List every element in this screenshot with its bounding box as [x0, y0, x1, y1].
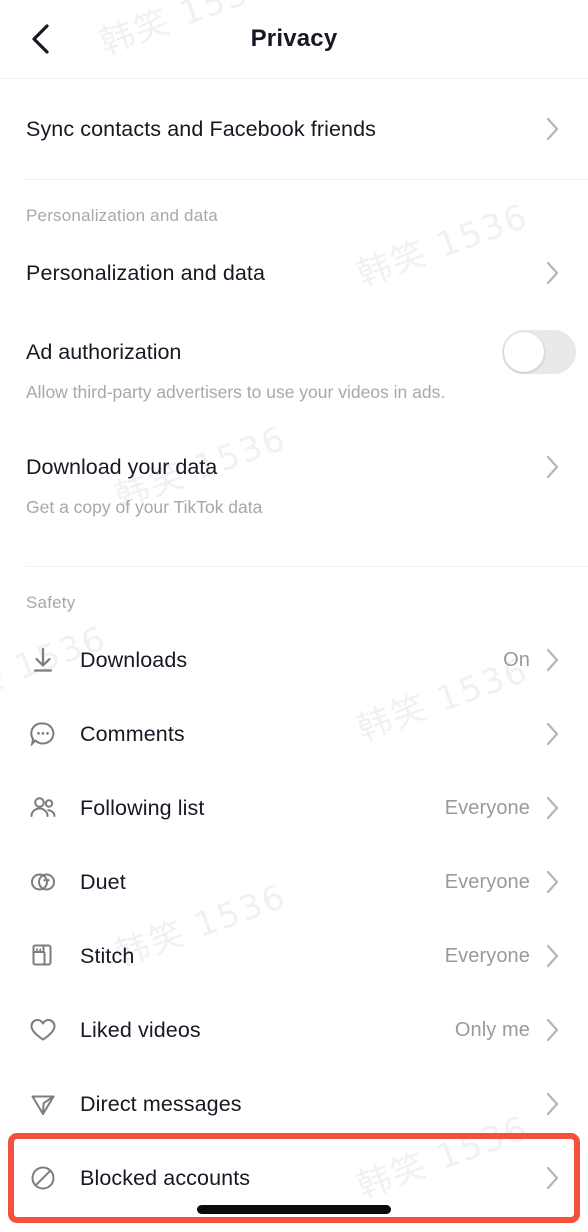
row-direct-messages[interactable]: Direct messages	[0, 1067, 588, 1141]
row-label: Following list	[80, 795, 205, 820]
row-label: Stitch	[80, 943, 135, 968]
row-label: Duet	[80, 869, 126, 894]
duet-icon	[26, 865, 60, 899]
send-icon	[26, 1087, 60, 1121]
row-personalization-and-data[interactable]: Personalization and data	[0, 236, 588, 310]
chevron-right-icon	[544, 869, 562, 895]
chevron-right-icon	[544, 647, 562, 673]
section-header-safety: Safety	[26, 593, 76, 612]
row-label: Download your data	[26, 454, 218, 479]
row-stitch[interactable]: Stitch Everyone	[0, 919, 588, 993]
row-download-your-data[interactable]: Download your data Get a copy of your Ti…	[0, 439, 588, 540]
chevron-right-icon	[544, 116, 562, 142]
row-ad-authorization[interactable]: Ad authorization Allow third-party adver…	[0, 324, 588, 425]
download-icon	[26, 643, 60, 677]
row-label: Comments	[80, 721, 185, 746]
ad-authorization-toggle[interactable]	[502, 330, 576, 374]
row-value: On	[503, 648, 530, 671]
chevron-right-icon	[544, 260, 562, 286]
chevron-right-icon	[544, 1091, 562, 1117]
row-label: Liked videos	[80, 1017, 201, 1042]
row-subtitle: Get a copy of your TikTok data	[26, 497, 263, 517]
row-label: Sync contacts and Facebook friends	[26, 116, 376, 141]
row-blocked-accounts[interactable]: Blocked accounts	[0, 1141, 588, 1215]
section-header-personalization: Personalization and data	[26, 206, 218, 225]
chevron-right-icon	[544, 1017, 562, 1043]
chevron-right-icon	[544, 721, 562, 747]
chevron-right-icon	[544, 454, 562, 480]
chevron-left-icon	[32, 24, 49, 54]
row-subtitle: Allow third-party advertisers to use you…	[26, 382, 446, 402]
block-icon	[26, 1161, 60, 1195]
page-title: Privacy	[250, 25, 338, 52]
toggle-knob	[504, 332, 544, 372]
back-button[interactable]	[18, 17, 62, 61]
row-comments[interactable]: Comments	[0, 697, 588, 771]
row-value: Everyone	[444, 796, 530, 819]
row-downloads[interactable]: Downloads On	[0, 623, 588, 697]
chevron-right-icon	[544, 795, 562, 821]
row-sync-contacts[interactable]: Sync contacts and Facebook friends	[0, 93, 588, 165]
row-label: Downloads	[80, 647, 188, 672]
row-value: Everyone	[444, 944, 530, 967]
row-value: Everyone	[444, 870, 530, 893]
comment-bubble-icon	[26, 717, 60, 751]
stitch-icon	[26, 939, 60, 973]
row-label: Direct messages	[80, 1091, 242, 1116]
row-label: Blocked accounts	[80, 1165, 251, 1190]
home-indicator[interactable]	[197, 1205, 391, 1214]
people-icon	[26, 791, 60, 825]
row-liked-videos[interactable]: Liked videos Only me	[0, 993, 588, 1067]
row-duet[interactable]: Duet Everyone	[0, 845, 588, 919]
row-value: Only me	[454, 1018, 530, 1041]
chevron-right-icon	[544, 1165, 562, 1191]
chevron-right-icon	[544, 943, 562, 969]
blocked-accounts-highlight-wrapper: Blocked accounts	[0, 1133, 588, 1223]
page-header: Privacy	[0, 0, 588, 79]
row-label: Ad authorization	[26, 339, 182, 364]
heart-icon	[26, 1013, 60, 1047]
row-label: Personalization and data	[26, 260, 266, 285]
row-following-list[interactable]: Following list Everyone	[0, 771, 588, 845]
